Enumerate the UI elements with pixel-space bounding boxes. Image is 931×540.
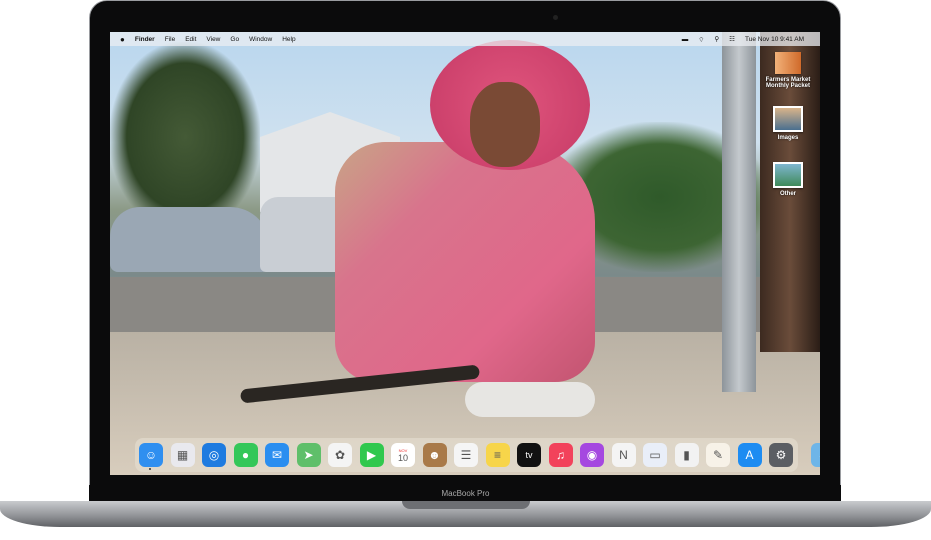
wifi-icon[interactable]: ⌔ <box>698 35 704 44</box>
menu-view[interactable]: View <box>206 36 220 43</box>
dock: ☺▦◎●✉➤✿▶NOV10☻☰≡tv♫◉N▭▮✎A⚙⬇🗑 <box>135 438 820 472</box>
desktop-item-other[interactable]: Other <box>758 162 818 197</box>
image-stack-icon <box>773 106 803 132</box>
dock-reminders-icon[interactable]: ☰ <box>454 443 478 467</box>
camera <box>553 15 558 20</box>
apple-menu-icon[interactable]: ● <box>120 35 125 44</box>
document-icon <box>775 52 801 74</box>
dock-messages-icon[interactable]: ● <box>233 443 258 467</box>
menu-help[interactable]: Help <box>282 36 295 43</box>
desktop-item-label: Images <box>777 135 799 141</box>
dock-numbers-icon[interactable]: ▮ <box>674 443 699 467</box>
dock-apple-tv-icon[interactable]: tv <box>517 443 541 467</box>
dock-photos-icon[interactable]: ✿ <box>328 443 352 467</box>
clock[interactable]: Tue Nov 10 9:41 AM <box>745 36 804 43</box>
dock-notes-icon[interactable]: ≡ <box>485 443 510 467</box>
lid-notch <box>402 501 530 509</box>
calendar-day: 10 <box>397 452 408 463</box>
image-stack-icon <box>773 162 803 188</box>
dock-finder-icon[interactable]: ☺ <box>139 443 163 467</box>
model-label: MacBook Pro <box>441 489 490 498</box>
dock-maps-icon[interactable]: ➤ <box>296 443 321 467</box>
desktop-item-label: Farmers Market Monthly Packet <box>765 77 811 89</box>
desktop-item-images[interactable]: Images <box>758 106 818 141</box>
dock-podcasts-icon[interactable]: ◉ <box>580 443 604 467</box>
dock-safari-icon[interactable]: ◎ <box>202 443 226 467</box>
control-center-icon[interactable]: ☷ <box>729 35 735 43</box>
dock-launchpad-icon[interactable]: ▦ <box>170 443 195 467</box>
dock-news-icon[interactable]: N <box>611 443 636 467</box>
desktop-screen: ● Finder File Edit View Go Window Help ▬… <box>110 32 820 475</box>
menu-finder[interactable]: Finder <box>135 36 155 43</box>
dock-facetime-icon[interactable]: ▶ <box>359 443 384 467</box>
dock-music-icon[interactable]: ♫ <box>548 443 573 467</box>
dock-contacts-icon[interactable]: ☻ <box>422 443 447 467</box>
menu-window[interactable]: Window <box>249 36 272 43</box>
desktop-item-label: Other <box>779 191 796 197</box>
running-indicator <box>149 468 151 470</box>
dock-keynote-icon[interactable]: ▭ <box>643 443 667 467</box>
dock-app-store-icon[interactable]: A <box>737 443 762 467</box>
menu-edit[interactable]: Edit <box>185 36 196 43</box>
spotlight-search-icon[interactable]: ⚲ <box>714 35 719 43</box>
dock-calendar-icon[interactable]: NOV 10 <box>391 443 415 467</box>
dock-pages-icon[interactable]: ✎ <box>706 443 730 467</box>
dock-mail-icon[interactable]: ✉ <box>265 443 289 467</box>
menu-bar: ● Finder File Edit View Go Window Help ▬… <box>110 32 820 46</box>
battery-icon[interactable]: ▬ <box>682 36 689 43</box>
menu-file[interactable]: File <box>165 36 175 43</box>
menu-go[interactable]: Go <box>230 36 239 43</box>
desktop-item-farmers-market[interactable]: Farmers Market Monthly Packet <box>758 52 818 89</box>
dock-system-preferences-icon[interactable]: ⚙ <box>769 443 793 467</box>
dock-downloads-folder-icon[interactable]: ⬇ <box>810 443 820 467</box>
